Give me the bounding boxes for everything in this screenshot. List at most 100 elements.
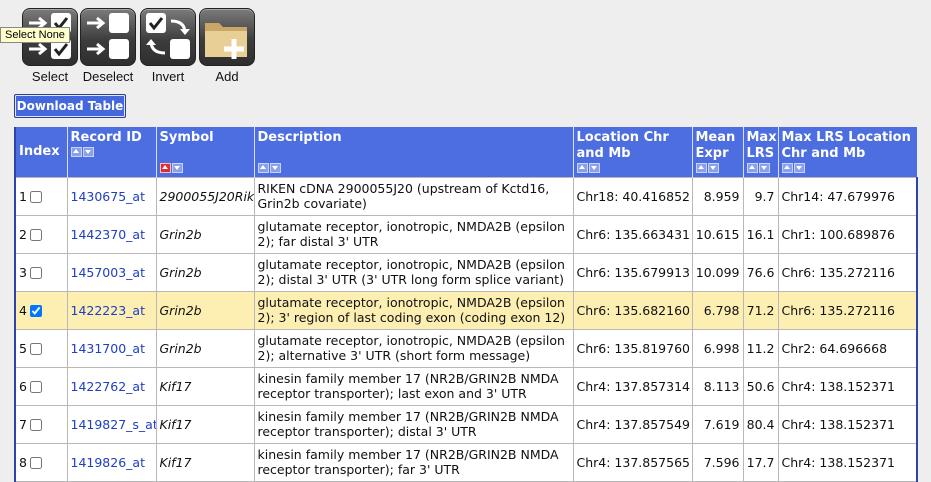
record-id-link[interactable]: 1422223_at — [71, 303, 145, 318]
sort-ascending-icon[interactable] — [746, 163, 758, 173]
row-checkbox[interactable] — [29, 191, 42, 203]
record-id-link[interactable]: 1422762_at — [71, 379, 145, 394]
row-checkbox[interactable] — [29, 229, 42, 241]
sort-descending-icon[interactable] — [793, 163, 805, 173]
header-index: Index — [14, 127, 67, 177]
record-id-cell: 1442370_at — [66, 214, 157, 254]
table-row[interactable]: 1 1430675_at 2900055J20Rik RIKEN cDNA 29000… — [14, 176, 918, 216]
symbol-cell: Kif17 — [155, 404, 255, 444]
row-index-cell: 5 — [14, 328, 68, 368]
max-lrs-cell: 76.6 — [742, 252, 779, 292]
row-index-cell: 7 — [14, 404, 68, 444]
header-max-lrs-location[interactable]: Max LRS Location Chr and Mb — [777, 127, 917, 177]
download-table-button[interactable]: Download Table — [14, 94, 126, 118]
sort-ascending-icon[interactable] — [576, 163, 588, 173]
symbol-cell: Kif17 — [155, 442, 255, 482]
row-index-cell: 4 — [14, 290, 68, 330]
sort-descending-icon[interactable] — [588, 163, 600, 173]
table-row[interactable]: 5 1431700_at Grin2b glutamate receptor, ion… — [14, 328, 918, 368]
select-label: Select — [31, 69, 69, 84]
record-id-link[interactable]: 1419827_s_at — [71, 417, 156, 432]
record-id-link[interactable]: 1457003_at — [71, 265, 145, 280]
sort-ascending-icon[interactable] — [257, 163, 269, 173]
header-symbol[interactable]: Symbol — [155, 127, 254, 177]
mean-expr-cell: 6.998 — [691, 328, 744, 368]
select-all-tool[interactable]: Select — [20, 8, 80, 84]
record-id-cell: 1457003_at — [66, 252, 157, 292]
deselect-tool[interactable]: Deselect — [78, 8, 138, 84]
table-row[interactable]: 2 1442370_at Grin2b glutamate receptor, ion… — [14, 214, 918, 254]
max-lrs-cell: 9.7 — [742, 176, 779, 216]
mean-expr-cell: 8.113 — [691, 366, 744, 406]
row-index: 1 — [19, 188, 27, 204]
sort-descending-icon[interactable] — [707, 163, 719, 173]
mean-expr-cell: 6.798 — [691, 290, 744, 330]
deselect-icon[interactable] — [80, 8, 136, 66]
invert-label: Invert — [151, 69, 185, 84]
record-id-link[interactable]: 1430675_at — [71, 189, 145, 204]
row-index: 6 — [19, 378, 27, 394]
sort-descending-icon[interactable] — [171, 163, 183, 173]
record-id-cell: 1430675_at — [66, 176, 157, 216]
row-checkbox[interactable] — [29, 381, 42, 393]
max-lrs-location-cell: Chr14: 47.679976 — [777, 176, 918, 216]
header-mean-expr[interactable]: Mean Expr — [691, 127, 743, 177]
header-max-lrs-location-label: Max LRS Location Chr and Mb — [781, 130, 911, 161]
header-description[interactable]: Description — [253, 127, 573, 177]
header-max-lrs[interactable]: Max LRS — [742, 127, 778, 177]
row-index: 8 — [19, 454, 27, 470]
header-index-label: Index — [19, 144, 60, 160]
row-checkbox[interactable] — [29, 419, 42, 431]
table-row[interactable]: 7 1419827_s_at Kif17 kinesin family member … — [14, 404, 918, 444]
sort-descending-icon[interactable] — [269, 163, 281, 173]
invert-tool[interactable]: Invert — [138, 8, 198, 84]
table-row[interactable]: 6 1422762_at Kif17 kinesin family member 17… — [14, 366, 918, 406]
header-mean-expr-label: Mean Expr — [695, 130, 736, 161]
table-row[interactable]: 4 1422223_at Grin2b glutamate receptor, ion… — [14, 290, 918, 330]
mean-expr-cell: 7.619 — [691, 404, 744, 444]
row-index: 5 — [19, 340, 27, 356]
row-index: 4 — [19, 302, 27, 318]
results-table-container: Index Record ID Symbol Description Locat… — [14, 127, 918, 482]
location-cell: Chr6: 135.663431 — [572, 214, 693, 254]
header-record-id[interactable]: Record ID — [66, 127, 156, 177]
sort-arrows — [695, 163, 740, 173]
record-id-link[interactable]: 1431700_at — [71, 341, 145, 356]
location-cell: Chr6: 135.682160 — [572, 290, 693, 330]
description-cell: RIKEN cDNA 2900055J20 (upstream of Kctd1… — [253, 176, 574, 216]
invert-icon[interactable] — [140, 8, 196, 66]
row-checkbox[interactable] — [29, 343, 42, 355]
sort-ascending-icon[interactable] — [70, 147, 82, 157]
location-cell: Chr6: 135.819760 — [572, 328, 693, 368]
location-cell: Chr18: 40.416852 — [572, 176, 693, 216]
record-id-cell: 1431700_at — [66, 328, 157, 368]
record-id-link[interactable]: 1442370_at — [71, 227, 145, 242]
symbol-cell: Kif17 — [155, 366, 255, 406]
sort-descending-icon[interactable] — [758, 163, 770, 173]
description-cell: glutamate receptor, ionotropic, NMDA2B (… — [253, 214, 574, 254]
header-location[interactable]: Location Chr and Mb — [572, 127, 692, 177]
add-tool[interactable]: Add — [197, 8, 257, 84]
symbol-cell: Grin2b — [155, 252, 255, 292]
sort-descending-icon[interactable] — [82, 147, 94, 157]
max-lrs-cell: 80.4 — [742, 404, 779, 444]
sort-arrows — [70, 147, 153, 157]
row-checkbox[interactable] — [29, 457, 42, 469]
mean-expr-cell: 7.596 — [691, 442, 744, 482]
sort-ascending-icon[interactable] — [781, 163, 793, 173]
location-cell: Chr6: 135.679913 — [572, 252, 693, 292]
description-cell: kinesin family member 17 (NR2B/GRIN2B NM… — [253, 442, 574, 482]
row-checkbox[interactable] — [29, 267, 42, 279]
max-lrs-cell: 50.6 — [742, 366, 779, 406]
table-row[interactable]: 3 1457003_at Grin2b glutamate receptor, ion… — [14, 252, 918, 292]
table-row[interactable]: 8 1419826_at Kif17 kinesin family member 17… — [14, 442, 918, 482]
symbol-cell: Grin2b — [155, 328, 255, 368]
record-id-cell: 1422762_at — [66, 366, 157, 406]
sort-ascending-icon[interactable] — [695, 163, 707, 173]
row-checkbox[interactable] — [29, 305, 42, 317]
max-lrs-cell: 16.1 — [742, 214, 779, 254]
sort-ascending-active-icon[interactable] — [159, 163, 171, 173]
add-folder-icon[interactable] — [199, 8, 255, 66]
sort-arrows — [781, 163, 915, 173]
record-id-link[interactable]: 1419826_at — [71, 455, 145, 470]
